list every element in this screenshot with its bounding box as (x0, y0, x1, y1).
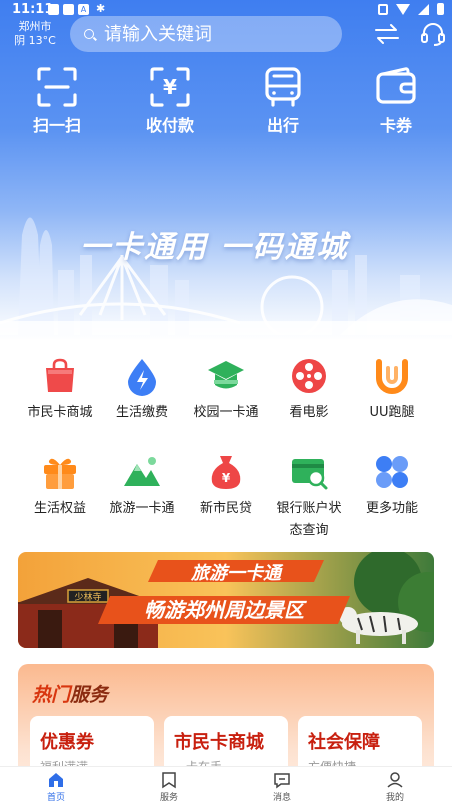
hero-header: 11:11 A ✱ 郑州市 阴 13°C 请输入关键词 扫一扫 ¥ 收付款 出行… (0, 0, 452, 340)
bug-icon: ✱ (96, 2, 106, 15)
banner-line2: 畅游郑州周边景区 (144, 598, 307, 622)
wifi-icon (396, 3, 410, 15)
hero-slogan: 一卡通用 一码通城 (80, 230, 349, 265)
user-icon (387, 772, 403, 788)
vibrate-icon (378, 3, 388, 15)
gift-icon (44, 458, 76, 489)
hot-title-b: 服务 (70, 684, 109, 706)
payment-code-icon: ¥ (150, 67, 190, 107)
wallet-icon (376, 67, 416, 104)
search-icon (84, 29, 94, 39)
hot-title-a: 热门 (32, 684, 71, 706)
service-item[interactable]: ¥ 新市民贷 (180, 452, 272, 520)
nav-services-label: 服务 (159, 793, 178, 803)
quick-coupons[interactable]: 卡券 (356, 66, 436, 136)
service-item[interactable]: 看电影 (263, 356, 355, 424)
bookmark-icon (162, 772, 176, 789)
notification-icon (63, 4, 74, 15)
service-label: 市民卡商城 (27, 405, 93, 420)
uu-icon (376, 359, 408, 394)
notification-icon (48, 4, 59, 15)
service-label: 生活缴费 (115, 405, 168, 420)
nav-home[interactable]: 首页 (26, 771, 86, 803)
film-reel-icon (292, 359, 326, 393)
service-label: 新市民贷 (199, 501, 252, 516)
location-city: 郑州市 (18, 20, 52, 33)
nav-messages-label: 消息 (272, 793, 291, 803)
quick-coupons-label: 卡券 (379, 116, 412, 135)
weather-text: 阴 13°C (14, 34, 56, 47)
service-item[interactable]: 校园一卡通 (180, 356, 272, 424)
service-label-line2: 态查询 (289, 523, 329, 538)
signal-icon (418, 3, 429, 15)
search-input[interactable] (104, 23, 324, 45)
service-item[interactable]: 生活权益 (14, 452, 106, 520)
service-item[interactable]: UU跑腿 (346, 356, 438, 424)
nav-messages[interactable]: 消息 (252, 771, 312, 803)
hot-services-title: 热门服务 (32, 680, 108, 707)
quick-payment-label: 收付款 (145, 116, 194, 135)
service-label: 旅游一卡通 (109, 501, 175, 516)
svg-text:¥: ¥ (163, 75, 177, 99)
service-label: UU跑腿 (369, 405, 415, 420)
service-label: 生活权益 (33, 501, 86, 516)
nav-profile[interactable]: 我的 (365, 771, 425, 803)
location-weather[interactable]: 郑州市 阴 13°C (8, 20, 62, 48)
hot-card-title: 社会保障 (308, 732, 380, 753)
bank-card-search-icon (292, 459, 328, 490)
bus-icon (265, 67, 301, 107)
headset-icon[interactable] (420, 22, 446, 46)
status-indicators (378, 3, 444, 15)
quick-actions: 扫一扫 ¥ 收付款 出行 卡券 (0, 66, 452, 138)
battery-icon (437, 3, 444, 15)
quick-scan[interactable]: 扫一扫 (17, 66, 97, 136)
scan-icon (37, 67, 77, 107)
service-item[interactable]: 更多功能 (346, 452, 438, 520)
graduation-cap-icon (208, 361, 244, 389)
service-item[interactable]: 市民卡商城 (14, 356, 106, 424)
notification-icon: A (78, 4, 89, 15)
temple-sign: 少林寺 (74, 591, 101, 603)
hot-card-title: 市民卡商城 (174, 732, 264, 753)
service-item[interactable]: 银行账户状 态查询 (263, 452, 355, 542)
service-item[interactable]: 旅游一卡通 (96, 452, 188, 520)
banner-image: 少林寺 旅游一卡通 畅游郑州周边景区 (18, 552, 434, 648)
message-icon (274, 773, 290, 789)
home-icon (49, 773, 63, 787)
svg-text:¥: ¥ (222, 471, 231, 485)
banner-line1: 旅游一卡通 (190, 563, 284, 584)
quick-payment[interactable]: ¥ 收付款 (130, 66, 210, 136)
nav-home-label: 首页 (46, 793, 65, 803)
swap-icon[interactable] (374, 24, 400, 44)
water-drop-icon (128, 359, 156, 396)
money-bag-icon: ¥ (211, 456, 241, 489)
service-label: 校园一卡通 (193, 405, 259, 420)
quick-travel-label: 出行 (266, 116, 299, 135)
promo-banner[interactable]: 少林寺 旅游一卡通 畅游郑州周边景区 (18, 552, 434, 648)
service-item[interactable]: 生活缴费 (96, 356, 188, 424)
nav-profile-label: 我的 (385, 793, 404, 803)
grid-more-icon (376, 456, 408, 488)
service-label: 更多功能 (365, 501, 418, 516)
quick-travel[interactable]: 出行 (243, 66, 323, 136)
shopping-bag-icon (46, 358, 74, 392)
search-bar[interactable] (70, 16, 342, 52)
service-label: 看电影 (289, 405, 329, 420)
quick-scan-label: 扫一扫 (32, 116, 81, 135)
hot-card-title: 优惠券 (40, 732, 94, 753)
bottom-nav: 首页 服务 消息 我的 (0, 766, 452, 805)
service-label: 银行账户状 (276, 501, 342, 516)
mountain-icon (124, 457, 160, 486)
nav-services[interactable]: 服务 (139, 771, 199, 803)
